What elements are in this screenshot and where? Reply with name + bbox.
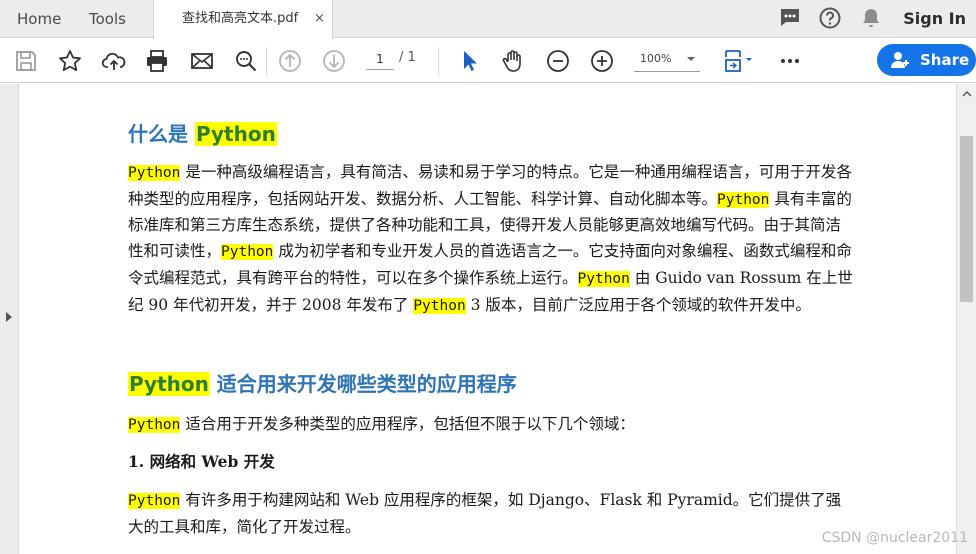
scroll-up-icon[interactable] — [962, 90, 972, 98]
zoom-out-icon[interactable] — [545, 48, 571, 74]
tab-close-icon[interactable]: × — [314, 0, 325, 38]
fit-page-icon[interactable] — [722, 48, 758, 74]
previous-page-icon[interactable] — [277, 48, 303, 74]
chat-icon[interactable] — [778, 6, 802, 30]
upload-cloud-icon[interactable] — [101, 48, 127, 74]
toolbar-divider — [438, 47, 439, 75]
left-panel-rail — [0, 84, 19, 554]
find-icon[interactable] — [233, 48, 259, 74]
zoom-in-icon[interactable] — [589, 48, 615, 74]
toolbar-divider — [266, 47, 267, 75]
notification-bell-icon[interactable] — [859, 6, 883, 30]
bookmark-star-icon[interactable] — [57, 48, 83, 74]
chevron-down-icon — [687, 57, 695, 61]
tab-bar: Home Tools 查找和高亮文本.pdf × Sign In — [0, 0, 976, 39]
document-page: 什么是 Python Python 是一种高级编程语言，具有简洁、易读和易于学习… — [20, 84, 956, 554]
search-highlight: Python — [221, 244, 274, 261]
sign-in-link[interactable]: Sign In — [903, 0, 966, 38]
page-total: / 1 — [399, 50, 416, 65]
help-icon[interactable] — [818, 6, 842, 30]
save-icon[interactable] — [13, 48, 39, 74]
search-highlight: Python — [194, 122, 277, 146]
more-icon[interactable] — [777, 48, 803, 74]
search-highlight: Python — [128, 372, 210, 396]
zoom-select[interactable]: 100% — [634, 48, 700, 72]
expand-panel-icon[interactable] — [6, 312, 12, 322]
search-highlight: Python — [128, 165, 181, 181]
paragraph-python-intro: Python 是一种高级编程语言，具有简洁、易读和易于学习的特点。它是一种通用编… — [128, 160, 856, 319]
watermark: CSDN @nuclear2011 — [821, 530, 968, 546]
paragraph-text: 3 版本，目前广泛应用于各个领域的软件开发中。 — [465, 295, 811, 314]
search-highlight: Python — [577, 270, 630, 287]
paragraph-text: 适合用于开发多种类型的应用程序，包括但不限于以下几个领域： — [180, 415, 635, 433]
print-icon[interactable] — [144, 48, 170, 74]
zoom-value: 100% — [640, 52, 672, 65]
paragraph-web-frameworks: Python 有许多用于构建网站和 Web 应用程序的框架，如 Django、F… — [128, 488, 856, 540]
tab-home[interactable]: Home — [17, 0, 61, 38]
search-highlight: Python — [128, 493, 181, 509]
heading-text: 什么是 — [128, 122, 195, 146]
email-icon[interactable] — [189, 48, 215, 74]
toolbar: / 1 100% Share — [0, 39, 976, 83]
search-highlight: Python — [128, 417, 181, 433]
next-page-icon[interactable] — [321, 48, 347, 74]
search-highlight: Python — [717, 191, 770, 208]
tab-document[interactable]: 查找和高亮文本.pdf × — [153, 0, 333, 39]
add-user-icon — [891, 52, 909, 68]
paragraph-text: 有许多用于构建网站和 Web 应用程序的框架，如 Django、Flask 和 … — [128, 491, 842, 536]
tab-tools[interactable]: Tools — [89, 0, 126, 38]
page-number-input[interactable] — [366, 48, 394, 70]
select-cursor-icon[interactable] — [456, 48, 482, 74]
hand-pan-icon[interactable] — [500, 48, 526, 74]
search-highlight: Python — [413, 297, 466, 314]
heading-what-is-python: 什么是 Python — [128, 118, 277, 147]
share-label: Share — [920, 51, 970, 69]
heading-python-applications: Python 适合用来开发哪些类型的应用程序 — [128, 368, 517, 397]
heading-text: 适合用来开发哪些类型的应用程序 — [209, 372, 517, 396]
scrollbar-thumb[interactable] — [960, 136, 973, 302]
share-button[interactable]: Share — [877, 44, 976, 76]
tab-document-title[interactable]: 查找和高亮文本.pdf — [182, 0, 298, 38]
list-item-web-development: 1. 网络和 Web 开发 — [128, 452, 275, 471]
paragraph-application-types: Python 适合用于开发多种类型的应用程序，包括但不限于以下几个领域： — [128, 412, 856, 439]
vertical-scrollbar[interactable] — [956, 84, 976, 554]
